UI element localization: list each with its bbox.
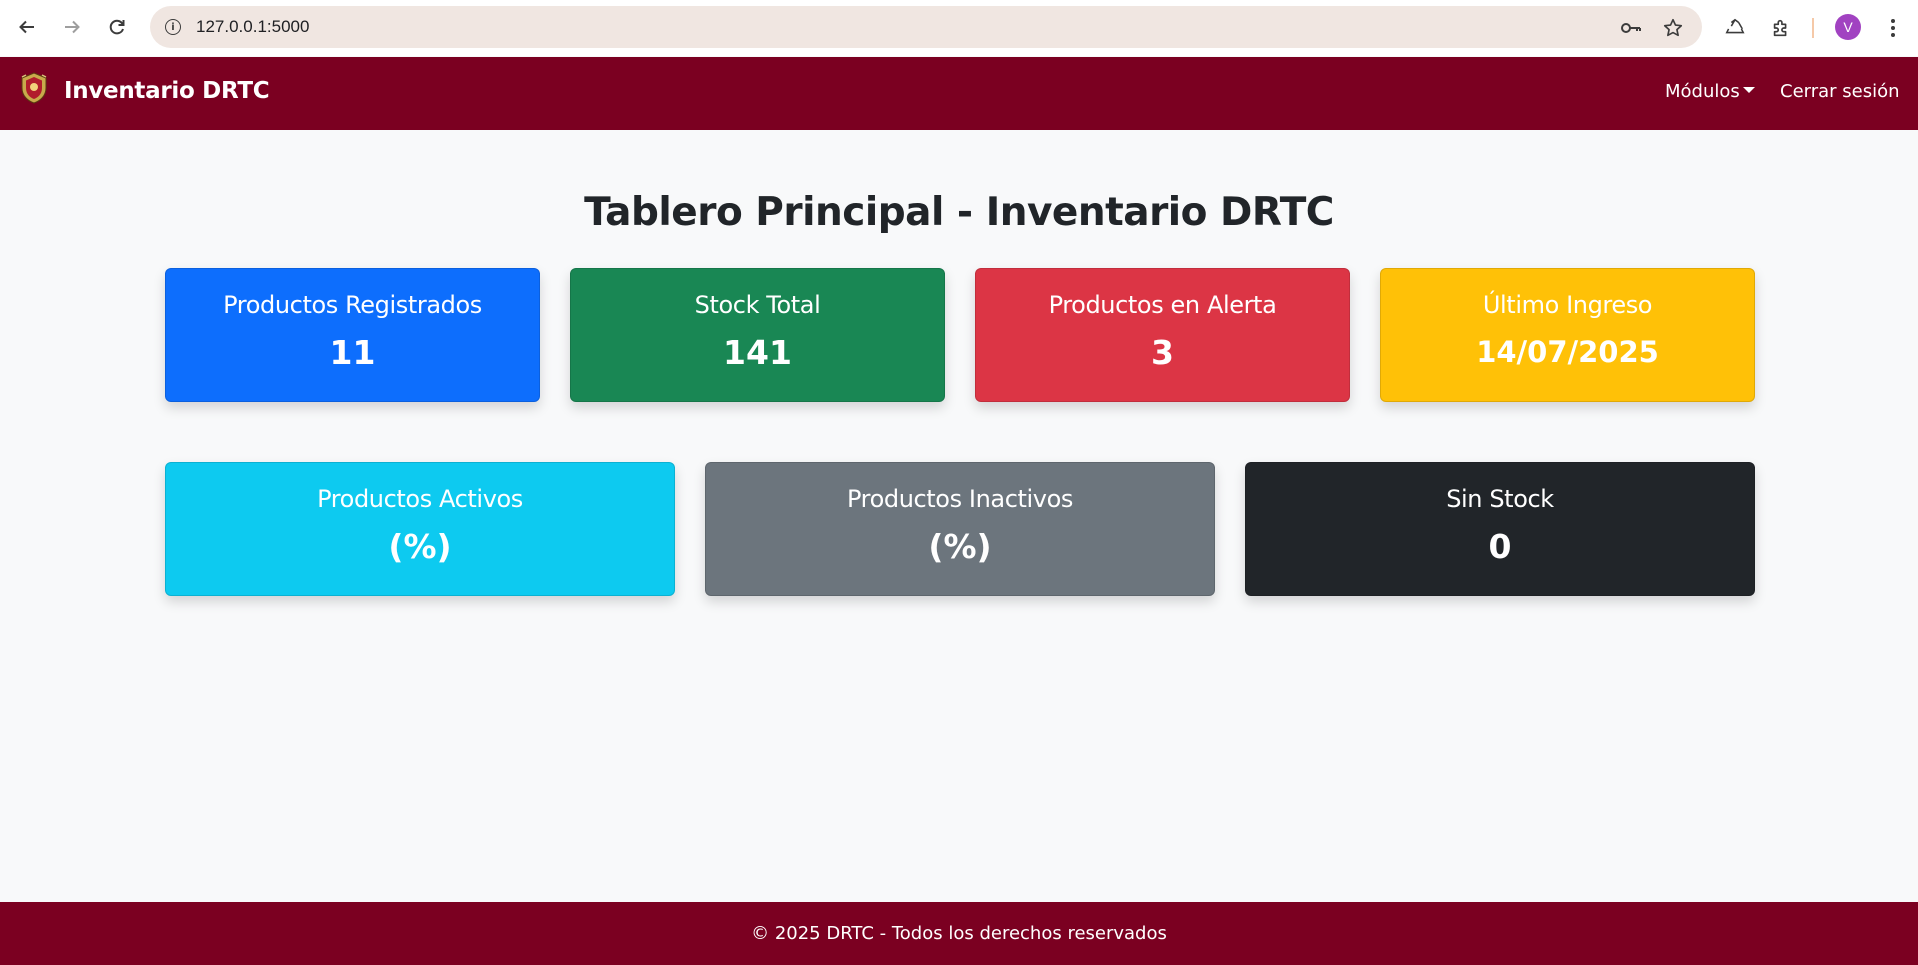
card-value: (%) [388, 527, 452, 566]
card-label: Productos Activos [317, 485, 523, 513]
profile-avatar[interactable]: V [1835, 14, 1861, 40]
card-productos-inactivos: Productos Inactivos (%) [705, 462, 1215, 596]
card-value: (%) [928, 527, 992, 566]
browser-toolbar: i 127.0.0.1:5000 V [0, 0, 1918, 56]
site-info-icon[interactable]: i [162, 16, 184, 38]
card-label: Stock Total [694, 291, 821, 319]
drtc-logo-icon[interactable] [18, 71, 50, 105]
caret-down-icon [1742, 87, 1755, 93]
card-productos-alerta: Productos en Alerta 3 [975, 268, 1350, 402]
card-productos-activos: Productos Activos (%) [165, 462, 675, 596]
password-key-icon[interactable] [1618, 15, 1644, 41]
footer-copyright: © 2025 DRTC - Todos los derechos reserva… [751, 923, 1167, 944]
address-bar[interactable]: i 127.0.0.1:5000 [150, 6, 1702, 48]
card-label: Último Ingreso [1482, 291, 1653, 319]
card-label: Productos Inactivos [846, 485, 1073, 513]
card-label: Productos Registrados [223, 291, 482, 319]
card-sin-stock: Sin Stock 0 [1245, 462, 1755, 596]
page-title: Tablero Principal - Inventario DRTC [584, 190, 1334, 235]
card-productos-registrados: Productos Registrados 11 [165, 268, 540, 402]
app-navbar: Inventario DRTC Módulos Cerrar sesión [0, 57, 1918, 130]
modules-dropdown[interactable]: Módulos [1665, 81, 1755, 102]
card-value: 14/07/2025 [1476, 335, 1659, 369]
back-arrow-icon[interactable] [7, 7, 47, 47]
bookmark-star-icon[interactable] [1660, 15, 1686, 41]
modules-label: Módulos [1665, 81, 1740, 102]
card-value: 3 [1151, 333, 1174, 372]
kebab-menu-icon[interactable] [1878, 13, 1908, 43]
card-value: 141 [723, 333, 792, 372]
recycle-icon[interactable] [1720, 13, 1750, 43]
reload-icon[interactable] [97, 7, 137, 47]
card-label: Sin Stock [1446, 485, 1554, 513]
card-label: Productos en Alerta [1048, 291, 1277, 319]
card-value: 11 [329, 333, 376, 372]
extensions-puzzle-icon[interactable] [1766, 13, 1796, 43]
card-stock-total: Stock Total 141 [570, 268, 945, 402]
forward-arrow-icon[interactable] [52, 7, 92, 47]
card-ultimo-ingreso: Último Ingreso 14/07/2025 [1380, 268, 1755, 402]
brand-title[interactable]: Inventario DRTC [64, 78, 270, 104]
card-value: 0 [1488, 527, 1512, 566]
url-text[interactable]: 127.0.0.1:5000 [196, 17, 309, 37]
footer: © 2025 DRTC - Todos los derechos reserva… [0, 902, 1918, 965]
logout-link[interactable]: Cerrar sesión [1780, 81, 1900, 102]
toolbar-divider [1812, 18, 1814, 38]
